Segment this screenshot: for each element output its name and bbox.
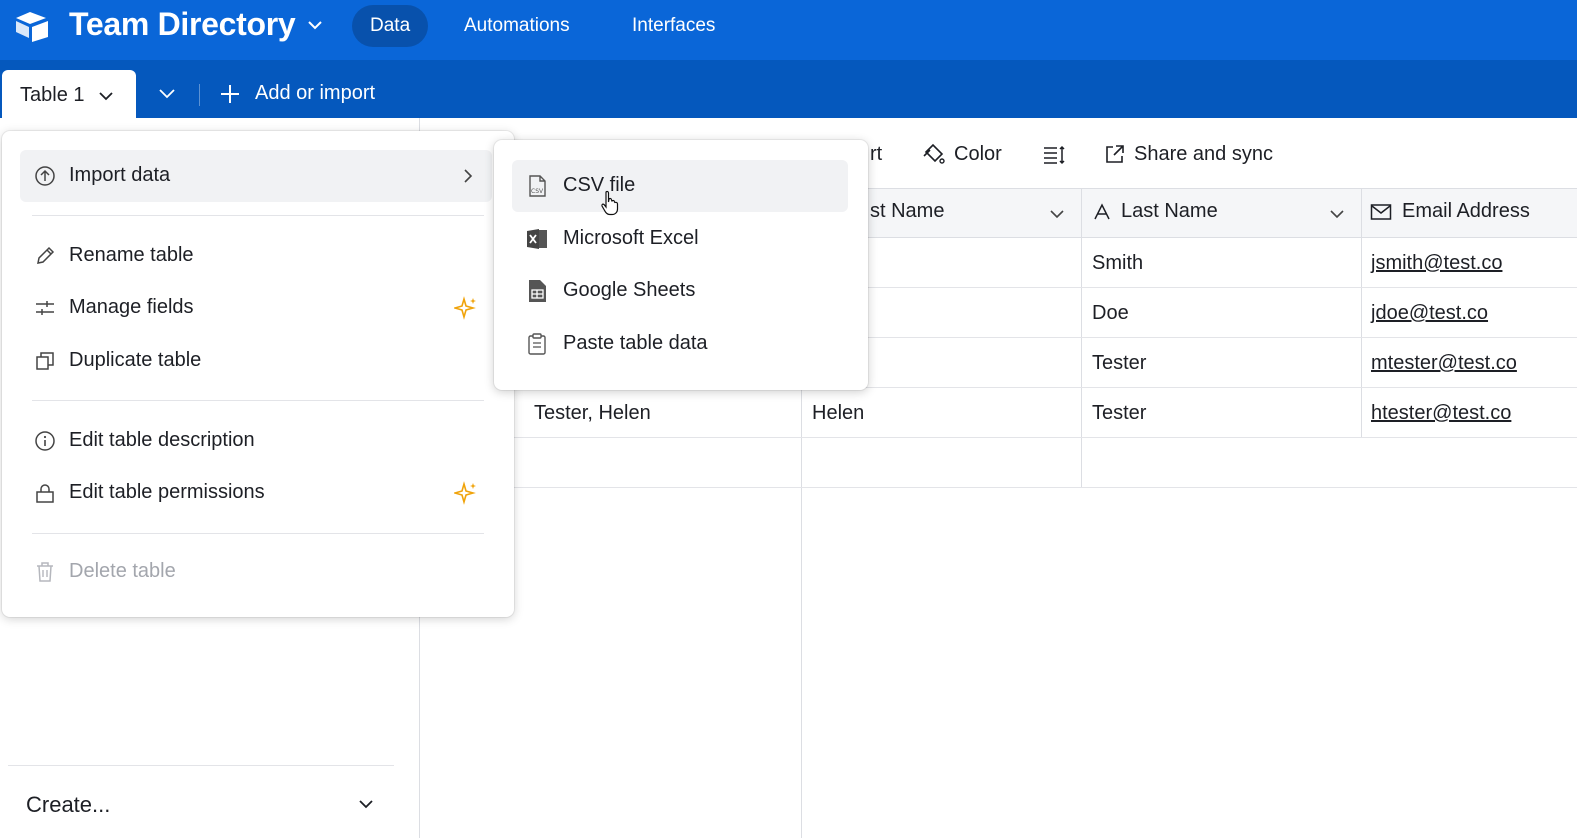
table-context-menu: Import data Rename table Manage fields D… — [2, 131, 514, 617]
cell-name[interactable]: Tester, Helen — [534, 402, 651, 425]
add-or-import-button[interactable]: Add or import — [255, 82, 375, 105]
cell-email[interactable]: jdoe@test.co — [1371, 302, 1488, 325]
divider — [199, 84, 200, 106]
email-icon — [1370, 203, 1392, 220]
share-and-sync-label: Share and sync — [1134, 142, 1273, 165]
submenu-item-microsoft-excel[interactable]: Microsoft Excel — [512, 213, 848, 265]
menu-divider — [32, 215, 484, 216]
paint-bucket-icon — [923, 143, 945, 164]
sort-button[interactable]: rt — [870, 140, 882, 168]
lock-icon — [36, 484, 54, 503]
menu-divider — [32, 400, 484, 401]
info-icon — [35, 431, 55, 451]
duplicate-icon — [36, 352, 54, 370]
chevron-down-icon[interactable] — [358, 798, 374, 810]
chevron-down-icon[interactable] — [1329, 208, 1345, 220]
menu-divider — [32, 533, 484, 534]
column-header-last-name[interactable]: Last Name — [1093, 200, 1218, 223]
chevron-down-icon[interactable] — [1049, 208, 1065, 220]
plus-icon[interactable] — [219, 83, 241, 105]
sliders-icon — [36, 301, 54, 315]
cell-email[interactable]: mtester@test.co — [1371, 352, 1517, 375]
row-height-icon — [1044, 145, 1065, 165]
excel-icon — [527, 229, 547, 249]
column-header-label: st Name — [870, 200, 945, 222]
cell-email[interactable]: htester@test.co — [1371, 402, 1511, 425]
menu-item-label: Manage fields — [69, 296, 194, 318]
airtable-logo-icon[interactable] — [14, 10, 50, 42]
column-header-label: Email Address — [1402, 200, 1530, 222]
hand-pointer-cursor-icon — [601, 190, 619, 216]
row-height-button[interactable] — [1042, 140, 1066, 168]
trash-icon — [37, 562, 53, 582]
pencil-icon — [37, 246, 55, 264]
menu-item-edit-table-description[interactable]: Edit table description — [20, 415, 492, 467]
add-row[interactable] — [421, 438, 1577, 488]
submenu-item-google-sheets[interactable]: Google Sheets — [512, 265, 848, 317]
menu-item-label: Import data — [69, 164, 171, 186]
table-bar: Table 1 Add or import — [0, 60, 1577, 120]
sort-label: rt — [870, 142, 883, 165]
color-button[interactable]: Color — [922, 140, 1002, 168]
cell-last-name[interactable]: Tester — [1092, 352, 1146, 375]
submenu-item-csv-file[interactable]: CSV CSV file — [512, 160, 848, 212]
cell-last-name[interactable]: Smith — [1092, 252, 1143, 275]
sparkle-icon — [454, 481, 476, 505]
external-link-icon — [1106, 145, 1124, 163]
table-tab-label: Table 1 — [20, 84, 85, 106]
svg-text:CSV: CSV — [531, 188, 544, 195]
chevron-down-icon[interactable] — [98, 90, 114, 102]
share-and-sync-button[interactable]: Share and sync — [1104, 140, 1273, 168]
csv-file-icon: CSV — [529, 175, 546, 197]
submenu-item-label: Paste table data — [563, 332, 708, 354]
color-label: Color — [954, 142, 1002, 165]
text-field-icon — [1094, 202, 1110, 219]
column-header-label: Last Name — [1121, 200, 1218, 222]
clipboard-icon — [528, 333, 546, 355]
submenu-item-label: Google Sheets — [563, 279, 696, 301]
menu-item-edit-table-permissions[interactable]: Edit table permissions — [20, 467, 492, 519]
sparkle-icon — [454, 296, 476, 320]
table-row[interactable]: Tester, Helen Helen Tester htester@test.… — [421, 388, 1577, 438]
submenu-item-paste-table-data[interactable]: Paste table data — [512, 318, 848, 370]
cell-first-name[interactable]: Helen — [812, 402, 864, 425]
menu-item-manage-fields[interactable]: Manage fields — [20, 282, 492, 334]
menu-item-import-data[interactable]: Import data — [20, 150, 492, 202]
menu-item-label: Edit table description — [69, 429, 255, 451]
submenu-item-label: Microsoft Excel — [563, 227, 699, 249]
chevron-down-icon[interactable] — [306, 18, 324, 32]
base-title[interactable]: Team Directory — [69, 6, 296, 43]
nav-tab-data[interactable]: Data — [352, 5, 429, 47]
cell-last-name[interactable]: Doe — [1092, 302, 1129, 325]
cell-email[interactable]: jsmith@test.co — [1371, 252, 1502, 275]
table-tab-active[interactable]: Table 1 — [2, 70, 136, 120]
nav-tab-interfaces[interactable]: Interfaces — [614, 5, 733, 47]
create-view-button[interactable]: Create... — [26, 792, 110, 818]
menu-item-label: Edit table permissions — [69, 481, 265, 503]
chevron-right-icon — [464, 169, 473, 183]
menu-item-rename-table[interactable]: Rename table — [20, 230, 492, 282]
nav-tab-automations[interactable]: Automations — [446, 5, 588, 47]
cell-last-name[interactable]: Tester — [1092, 402, 1146, 425]
arrow-up-circle-icon — [35, 166, 55, 186]
menu-item-label: Rename table — [69, 244, 194, 266]
menu-item-duplicate-table[interactable]: Duplicate table — [20, 335, 492, 387]
menu-item-delete-table[interactable]: Delete table — [20, 546, 492, 598]
menu-item-label: Duplicate table — [69, 349, 202, 371]
column-header-first-name[interactable]: st Name — [870, 200, 944, 223]
menu-item-label: Delete table — [69, 560, 176, 582]
divider — [8, 765, 394, 766]
all-tables-chevron-icon[interactable] — [158, 88, 176, 100]
import-submenu: CSV CSV file Microsoft Excel Google Shee… — [494, 140, 868, 390]
column-header-email[interactable]: Email Address — [1370, 200, 1530, 223]
google-sheets-icon — [529, 280, 546, 302]
app-header: Team Directory Data Automations Interfac… — [0, 0, 1577, 60]
